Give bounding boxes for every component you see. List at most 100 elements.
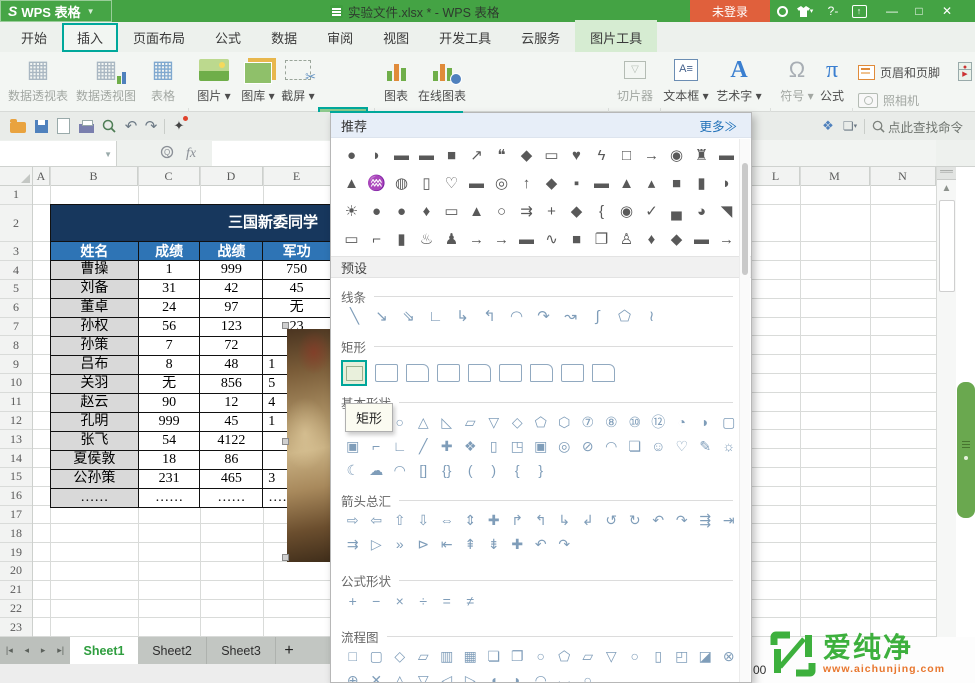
shape-icon[interactable]: ↑ bbox=[514, 170, 539, 198]
shape-icon[interactable]: ♦ bbox=[414, 198, 439, 226]
shape-icon[interactable]: ✎ bbox=[694, 434, 718, 458]
shape-icon[interactable]: ∟ bbox=[422, 305, 449, 329]
chevron-down-icon[interactable]: ▼ bbox=[104, 150, 112, 159]
shape-icon[interactable]: ↺ bbox=[600, 508, 624, 532]
shape-icon[interactable]: → bbox=[464, 226, 489, 254]
row-header-16[interactable]: 16 bbox=[0, 487, 32, 506]
share-icon[interactable]: ↑ bbox=[848, 0, 870, 22]
resize-handle[interactable] bbox=[282, 322, 289, 329]
shape-icon[interactable]: ◖ bbox=[482, 668, 506, 683]
pivot-chart-button[interactable]: ▦ 数据透视图 bbox=[74, 54, 138, 110]
column-header-L[interactable]: L bbox=[752, 167, 800, 186]
wps-logo[interactable]: S WPS 表格 ▼ bbox=[0, 0, 112, 22]
shape-icon[interactable]: + bbox=[539, 198, 564, 226]
shape-icon[interactable]: ◆ bbox=[539, 170, 564, 198]
shape-rectangle-selected[interactable] bbox=[341, 360, 367, 386]
table-cell[interactable]: 750 bbox=[263, 261, 331, 280]
shape-icon[interactable]: ◉ bbox=[664, 142, 689, 170]
shape-icon[interactable]: □ bbox=[614, 142, 639, 170]
shape-icon[interactable]: ❖ bbox=[459, 434, 483, 458]
column-header-E[interactable]: E bbox=[263, 167, 331, 186]
row-header-19[interactable]: 19 bbox=[0, 543, 32, 562]
shape-icon[interactable]: ■ bbox=[664, 170, 689, 198]
shape-icon[interactable]: □ bbox=[341, 644, 365, 668]
skin-icon[interactable] bbox=[774, 0, 790, 22]
shape-icon[interactable]: ❏ bbox=[482, 644, 506, 668]
shape-icon[interactable]: ◎ bbox=[553, 434, 577, 458]
table-cell[interactable]: 97 bbox=[200, 299, 263, 318]
shape-icon[interactable]: ◕ bbox=[689, 198, 714, 226]
shape-icon[interactable]: ▽ bbox=[412, 668, 436, 683]
shape-icon[interactable]: ◰ bbox=[670, 644, 694, 668]
shape-icon[interactable]: ▢ bbox=[717, 410, 741, 434]
shape-icon[interactable]: ☀ bbox=[339, 198, 364, 226]
resize-handle[interactable] bbox=[282, 438, 289, 445]
shape-icon[interactable]: ∟ bbox=[388, 434, 412, 458]
shape-icon[interactable]: ▽ bbox=[600, 644, 624, 668]
split-handle[interactable]: ══ bbox=[937, 167, 956, 180]
shape-icon[interactable]: ⑫ bbox=[647, 410, 671, 434]
shape-icon[interactable]: ⇨ bbox=[341, 508, 365, 532]
shape-icon[interactable]: ◉ bbox=[614, 198, 639, 226]
shape-icon[interactable]: ✚ bbox=[482, 508, 506, 532]
screenshot-button[interactable]: 截屏 ▾ bbox=[278, 54, 318, 110]
shape-icon[interactable]: ▷ bbox=[459, 668, 483, 683]
shape-icon[interactable]: ▬ bbox=[714, 142, 739, 170]
sheet-tab-Sheet1[interactable]: Sheet1 bbox=[70, 637, 138, 664]
sheet-nav-icon[interactable]: ▸| bbox=[57, 645, 64, 656]
shape-icon[interactable]: ■ bbox=[564, 226, 589, 254]
shape-rounded-rectangle[interactable] bbox=[375, 364, 398, 382]
slicer-button[interactable]: ▽ 切片器 bbox=[612, 54, 658, 110]
shape-icon[interactable]: ↝ bbox=[557, 305, 584, 329]
shape-icon[interactable]: ⇩ bbox=[412, 508, 436, 532]
sheet-nav-icon[interactable]: ▸ bbox=[41, 645, 46, 656]
scroll-up-icon[interactable]: ▲ bbox=[937, 180, 956, 198]
shape-icon[interactable]: ⇞ bbox=[459, 532, 483, 556]
table-cell[interactable]: 856 bbox=[200, 375, 263, 394]
column-header-C[interactable]: C bbox=[138, 167, 200, 186]
table-cell[interactable]: 56 bbox=[139, 318, 201, 337]
shape-icon[interactable]: ◆ bbox=[664, 226, 689, 254]
shape-icon[interactable]: [] bbox=[412, 458, 436, 482]
shape-icon[interactable]: ♜ bbox=[689, 142, 714, 170]
shape-icon[interactable]: ▴ bbox=[639, 170, 664, 198]
row-header-18[interactable]: 18 bbox=[0, 524, 32, 543]
close-button[interactable]: ✕ bbox=[937, 0, 957, 22]
table-cell[interactable]: 48 bbox=[200, 356, 263, 375]
shape-icon[interactable]: ↷ bbox=[553, 532, 577, 556]
table-cell[interactable]: 123 bbox=[200, 318, 263, 337]
gallery-button[interactable]: 图库 ▾ bbox=[236, 54, 280, 110]
shape-icon[interactable]: ♡ bbox=[439, 170, 464, 198]
shape-icon[interactable]: − bbox=[365, 589, 389, 613]
table-cell[interactable]: 999 bbox=[200, 261, 263, 280]
table-cell[interactable]: 孔明 bbox=[51, 413, 139, 432]
shape-icon[interactable]: → bbox=[489, 226, 514, 254]
table-cell[interactable]: 231 bbox=[139, 470, 201, 489]
shape-icon[interactable]: ○ bbox=[576, 668, 600, 683]
fx-icon[interactable]: fx bbox=[186, 146, 196, 162]
find-command-input[interactable]: 点此查找命令 bbox=[888, 117, 972, 135]
menu-tab-数据[interactable]: 数据 bbox=[256, 23, 312, 52]
table-cell[interactable]: 无 bbox=[263, 299, 331, 318]
shape-icon[interactable]: ▮ bbox=[689, 170, 714, 198]
shape-icon[interactable]: ⬠ bbox=[611, 305, 638, 329]
shape-icon[interactable]: {} bbox=[435, 458, 459, 482]
table-cell[interactable]: 45 bbox=[263, 280, 331, 299]
shape-icon[interactable]: ⑧ bbox=[600, 410, 624, 434]
shape-icon[interactable]: ∫ bbox=[584, 305, 611, 329]
shape-icon[interactable]: ⊳ bbox=[412, 532, 436, 556]
print-icon[interactable] bbox=[76, 117, 96, 135]
shape-icon[interactable]: ) bbox=[482, 458, 506, 482]
shape-icon[interactable]: ◔ bbox=[670, 410, 694, 434]
shape-icon[interactable]: ⇉ bbox=[341, 532, 365, 556]
shape-icon[interactable]: ✕ bbox=[365, 668, 389, 683]
table-cell[interactable]: 4122 bbox=[200, 432, 263, 451]
picture-button[interactable]: 图片 ▾ bbox=[192, 54, 236, 110]
shape-icon[interactable]: ◍ bbox=[389, 170, 414, 198]
row-header-15[interactable]: 15 bbox=[0, 468, 32, 487]
shape-icon[interactable]: ▽ bbox=[482, 410, 506, 434]
symbol-button[interactable]: Ω 符号 ▾ bbox=[776, 54, 818, 110]
shape-icon[interactable]: ❐ bbox=[506, 644, 530, 668]
name-box[interactable]: ▼ bbox=[0, 141, 117, 166]
shape-icon[interactable]: + bbox=[341, 589, 365, 613]
